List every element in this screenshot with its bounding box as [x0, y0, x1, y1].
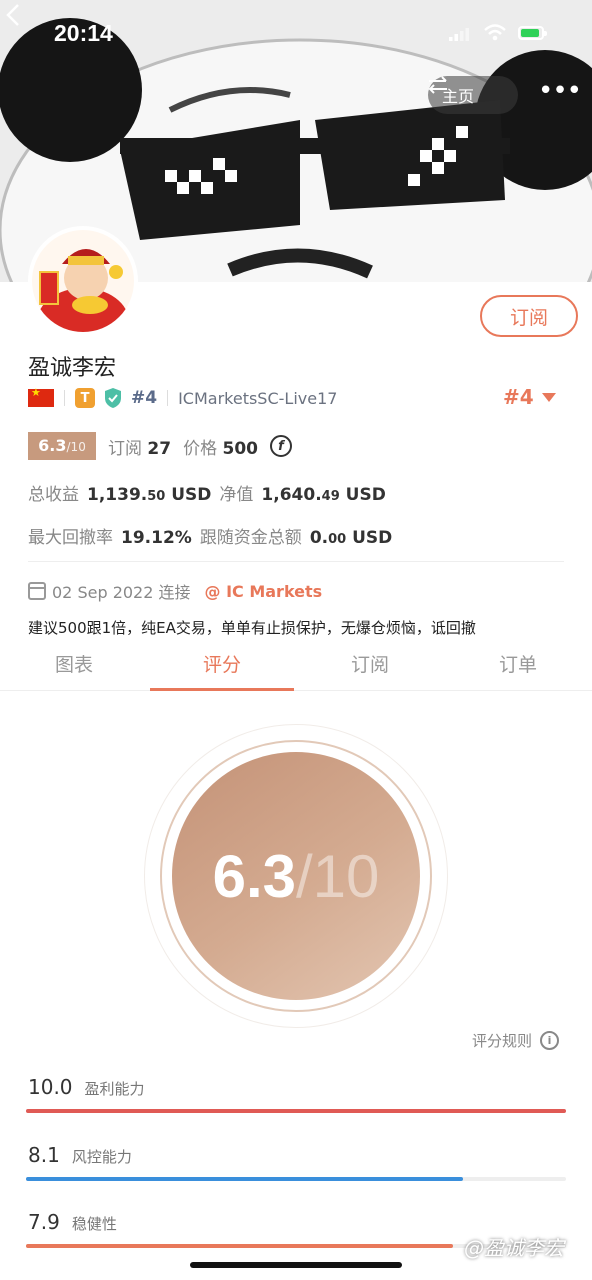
metric-risk-control: 8.1 风控能力: [26, 1143, 566, 1181]
status-bar: 20:14: [0, 18, 592, 50]
metric-track: [26, 1177, 566, 1181]
swap-arrows-icon: [428, 76, 447, 94]
subs-value: 27: [147, 438, 172, 459]
metric-bar: [26, 1109, 566, 1113]
more-options-icon[interactable]: •••: [538, 78, 582, 110]
cellular-signal-icon: [449, 28, 469, 41]
metric-value: 7.9: [28, 1210, 60, 1234]
metric-track: [26, 1109, 566, 1113]
battery-icon: [518, 26, 547, 40]
total-income-int: 1,139.: [87, 485, 148, 505]
tab-chart[interactable]: 图表: [0, 645, 148, 690]
net-int: 1,640.: [261, 485, 322, 505]
back-arrow-icon[interactable]: [0, 0, 30, 30]
stats-row-2: 总收益 1,139.50 USD 净值 1,640.49 USD: [28, 480, 386, 505]
score-badge: 6.3/10: [28, 432, 96, 460]
total-income-dec: 50: [147, 489, 166, 504]
tab-subscription[interactable]: 订阅: [296, 645, 444, 690]
metric-label: 风控能力: [71, 1148, 132, 1166]
net-value: 1,640.49 USD: [261, 485, 385, 505]
price-stat: 价格 500: [183, 434, 258, 459]
wifi-icon: [484, 24, 506, 41]
metric-value: 10.0: [28, 1075, 73, 1099]
subscribe-button[interactable]: 订阅: [480, 295, 578, 337]
max-drawdown-label: 最大回撤率: [28, 528, 113, 548]
home-button[interactable]: 主页: [428, 76, 518, 114]
broker-link[interactable]: @ IC Markets: [205, 582, 323, 601]
divider: [64, 390, 65, 406]
info-icon: i: [540, 1031, 560, 1050]
avatar[interactable]: [28, 226, 138, 336]
calendar-icon: [28, 582, 46, 600]
total-income-label: 总收益: [28, 485, 79, 505]
home-indicator[interactable]: [190, 1262, 402, 1268]
watermark: @盈诚李宏: [464, 1236, 564, 1260]
status-time: 20:14: [54, 20, 113, 46]
tab-score[interactable]: 评分: [148, 645, 296, 691]
avatar-image: [32, 230, 134, 332]
rank-small: #4: [131, 388, 158, 408]
follow-funds-value: 0.00 USD: [310, 528, 392, 548]
china-flag-icon: [28, 386, 54, 407]
section-divider: [28, 561, 564, 562]
coin-icon: f: [269, 435, 292, 457]
strategy-description: 建议500跟1倍，纯EA交易，单单有止损保护，无爆仓烦恼，诋回撤: [28, 619, 476, 637]
metric-bar: [26, 1177, 464, 1181]
stats-row-3: 最大回撤率 19.12% 跟随资金总额 0.00 USD: [28, 523, 392, 548]
metric-bar: [26, 1244, 453, 1248]
subs-label: 订阅: [108, 438, 142, 459]
currency: USD: [345, 485, 386, 505]
price-label: 价格: [183, 438, 218, 459]
overall-score: 6.3: [212, 842, 296, 910]
connection-date: 02 Sep 2022 连接: [52, 583, 191, 602]
score-badge-value: 6.3: [38, 436, 67, 455]
metric-label: 稳健性: [71, 1215, 117, 1233]
divider: [167, 390, 169, 406]
server-name: ICMarketsSC-Live17: [178, 388, 338, 408]
rank-dropdown[interactable]: #4: [503, 385, 556, 409]
overall-score-den: /10: [296, 842, 380, 910]
score-disc: 6.3/10: [172, 752, 420, 1000]
score-rules-label: 评分规则: [472, 1032, 533, 1050]
subs-stat: 订阅 27: [108, 434, 171, 459]
connection-row: 02 Sep 2022 连接 @ IC Markets: [28, 579, 322, 603]
metric-value: 8.1: [28, 1143, 60, 1167]
rank-big-label: #4: [503, 385, 534, 409]
score-badge-den: /10: [66, 440, 86, 454]
trader-meta-row: T #4 ICMarketsSC-Live17: [28, 386, 337, 410]
verified-shield-icon: [105, 388, 121, 408]
tier-badge: T: [75, 388, 95, 408]
net-label: 净值: [219, 485, 254, 505]
follow-dec: 00: [328, 532, 347, 547]
currency: USD: [171, 485, 212, 505]
total-income-value: 1,139.50 USD: [87, 485, 211, 505]
currency: USD: [352, 528, 393, 548]
score-rules-link[interactable]: 评分规则 i: [472, 1030, 560, 1051]
caret-down-icon: [541, 392, 556, 402]
tab-orders[interactable]: 订单: [444, 645, 592, 690]
stats-row-1: 6.3/10 订阅 27 价格 500 f: [28, 432, 292, 460]
net-dec: 49: [321, 489, 340, 504]
metric-profitability: 10.0 盈利能力: [26, 1075, 566, 1113]
trader-name: 盈诚李宏: [28, 356, 117, 381]
max-drawdown-value: 19.12%: [121, 528, 192, 548]
metric-label: 盈利能力: [84, 1080, 145, 1098]
follow-funds-label: 跟随资金总额: [199, 528, 302, 548]
follow-int: 0.: [309, 528, 329, 548]
tab-bar: 图表 评分 订阅 订单: [0, 645, 592, 691]
price-value: 500: [222, 438, 258, 459]
